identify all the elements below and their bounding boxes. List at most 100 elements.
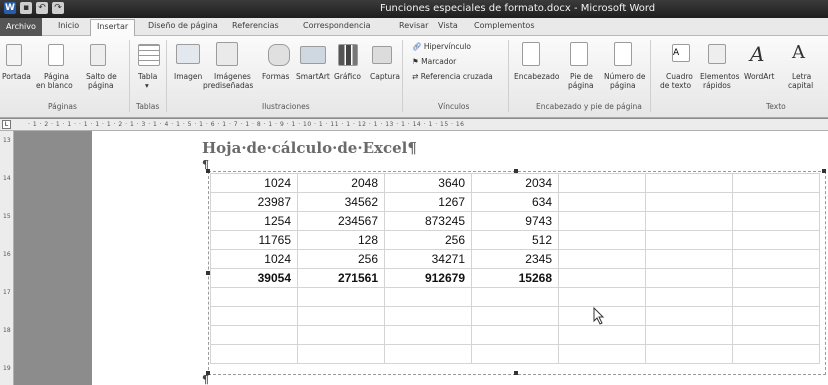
pagina-blanco-label-2[interactable]: en blanco [36, 81, 73, 90]
elementos-rapidos-label-2[interactable]: rápidos [703, 81, 731, 90]
cuadro-texto-label[interactable]: Cuadro [666, 72, 693, 81]
sheet-cell[interactable] [471, 306, 559, 326]
embedded-excel-sheet[interactable]: 1024 2048 3640 2034 23987 34562 1267 634 1254 234… [210, 173, 820, 364]
wordart-icon[interactable]: A [750, 42, 764, 66]
sheet-cell[interactable] [210, 344, 298, 364]
sheet-cell[interactable] [558, 173, 646, 193]
sheet-cell[interactable]: 256 [384, 230, 472, 250]
sheet-cell[interactable] [471, 325, 559, 345]
sheet-cell[interactable]: 256 [297, 249, 385, 269]
imagenes-predisenadas-label-2[interactable]: prediseñadas [203, 81, 253, 90]
sheet-cell[interactable]: 912679 [384, 268, 472, 288]
drop-cap-icon[interactable]: A [792, 42, 805, 64]
document-heading[interactable]: Hoja·de·cálculo·de·Excel¶ [202, 139, 417, 157]
pie-pagina-label-2[interactable]: página [568, 81, 594, 90]
horizontal-ruler[interactable]: L · 1 · 2 · 1 · 1 · · 1 · 1 · 1 · 2 · 1 … [0, 119, 828, 131]
sheet-cell[interactable] [297, 344, 385, 364]
encabezado-button[interactable]: Encabezado [514, 72, 559, 81]
grafico-button[interactable]: Gráfico [334, 72, 361, 81]
sheet-cell[interactable]: 15268 [471, 268, 559, 288]
sheet-cell[interactable]: 271561 [297, 268, 385, 288]
sheet-cell[interactable] [732, 287, 820, 307]
sheet-cell[interactable]: 128 [297, 230, 385, 250]
tab-selector-icon[interactable]: L [2, 120, 11, 129]
tabla-dropdown-icon[interactable]: ▾ [145, 81, 149, 90]
redo-icon[interactable]: ↷ [52, 2, 64, 14]
sheet-cell[interactable]: 234567 [297, 211, 385, 231]
sheet-cell[interactable]: 11765 [210, 230, 298, 250]
tab-referencias[interactable]: Referencias [232, 21, 279, 30]
tabla-button[interactable]: Tabla [138, 72, 157, 81]
sheet-cell[interactable]: 1024 [210, 173, 298, 193]
sheet-cell[interactable] [732, 230, 820, 250]
sheet-cell[interactable] [732, 249, 820, 269]
screenshot-icon[interactable] [372, 46, 392, 64]
tab-correspondencia[interactable]: Correspondencia [303, 21, 370, 30]
sheet-cell[interactable]: 2034 [471, 173, 559, 193]
imagen-button[interactable]: Imagen [174, 72, 202, 81]
sheet-cell[interactable] [558, 268, 646, 288]
sheet-cell[interactable] [645, 268, 733, 288]
blank-page-icon[interactable] [48, 44, 64, 66]
sheet-cell[interactable]: 34562 [297, 192, 385, 212]
resize-handle[interactable] [822, 169, 826, 173]
vertical-ruler[interactable]: 13 14 15 16 17 18 19 [0, 131, 14, 385]
tab-complementos[interactable]: Complementos [474, 21, 534, 30]
elementos-rapidos-label[interactable]: Elementos [700, 72, 740, 81]
page-break-icon[interactable] [90, 44, 106, 66]
letra-capital-label-2[interactable]: capital [788, 81, 813, 90]
sheet-cell[interactable]: 1267 [384, 192, 472, 212]
resize-handle[interactable] [514, 371, 518, 375]
sheet-cell[interactable] [384, 344, 472, 364]
captura-button[interactable]: Captura [370, 72, 400, 81]
sheet-cell[interactable] [645, 211, 733, 231]
tab-insertar[interactable]: Insertar [90, 19, 136, 37]
sheet-cell[interactable]: 9743 [471, 211, 559, 231]
smartart-icon[interactable] [300, 46, 326, 64]
tab-revisar[interactable]: Revisar [399, 21, 428, 30]
salto-pagina-label-2[interactable]: página [88, 81, 114, 90]
sheet-cell[interactable] [384, 325, 472, 345]
sheet-cell[interactable] [384, 306, 472, 326]
sheet-cell[interactable] [297, 325, 385, 345]
referencia-cruzada-button[interactable]: ⇄ Referencia cruzada [412, 72, 493, 81]
sheet-cell[interactable] [558, 230, 646, 250]
sheet-cell[interactable]: 2048 [297, 173, 385, 193]
header-icon[interactable] [522, 42, 540, 66]
hipervinculo-button[interactable]: 🔗︎ Hipervínculo [412, 42, 471, 51]
sheet-cell[interactable] [558, 344, 646, 364]
quick-parts-icon[interactable] [708, 44, 726, 64]
clipart-icon[interactable] [216, 42, 238, 66]
formas-button[interactable]: Formas [262, 72, 289, 81]
sheet-cell[interactable] [645, 230, 733, 250]
sheet-cell[interactable] [210, 325, 298, 345]
numero-pagina-label-2[interactable]: página [610, 81, 636, 90]
word-app-icon[interactable]: W [4, 2, 16, 14]
save-icon[interactable]: ▪ [20, 2, 32, 14]
sheet-cell[interactable]: 34271 [384, 249, 472, 269]
sheet-cell[interactable]: 39054 [210, 268, 298, 288]
shapes-icon[interactable] [268, 44, 290, 66]
sheet-cell[interactable]: 3640 [384, 173, 472, 193]
sheet-cell[interactable] [558, 249, 646, 269]
sheet-cell[interactable] [645, 344, 733, 364]
sheet-cell[interactable] [732, 344, 820, 364]
chart-icon[interactable] [338, 44, 358, 66]
sheet-cell[interactable] [645, 249, 733, 269]
cover-page-icon[interactable] [6, 44, 22, 66]
sheet-cell[interactable] [732, 306, 820, 326]
sheet-cell[interactable] [297, 306, 385, 326]
salto-pagina-label[interactable]: Salto de [86, 72, 117, 81]
document-page[interactable]: Hoja·de·cálculo·de·Excel¶ ¶ ¶ 1024 2048 36… [92, 131, 828, 385]
sheet-cell[interactable] [645, 306, 733, 326]
image-icon[interactable] [176, 44, 200, 64]
sheet-cell[interactable] [558, 211, 646, 231]
sheet-cell[interactable]: 634 [471, 192, 559, 212]
marcador-button[interactable]: ⚑ Marcador [412, 57, 456, 66]
sheet-cell[interactable]: 1254 [210, 211, 298, 231]
sheet-cell[interactable] [732, 192, 820, 212]
pagina-blanco-label[interactable]: Página [44, 72, 69, 81]
sheet-cell[interactable]: 23987 [210, 192, 298, 212]
sheet-cell[interactable] [558, 287, 646, 307]
sheet-cell[interactable] [645, 173, 733, 193]
